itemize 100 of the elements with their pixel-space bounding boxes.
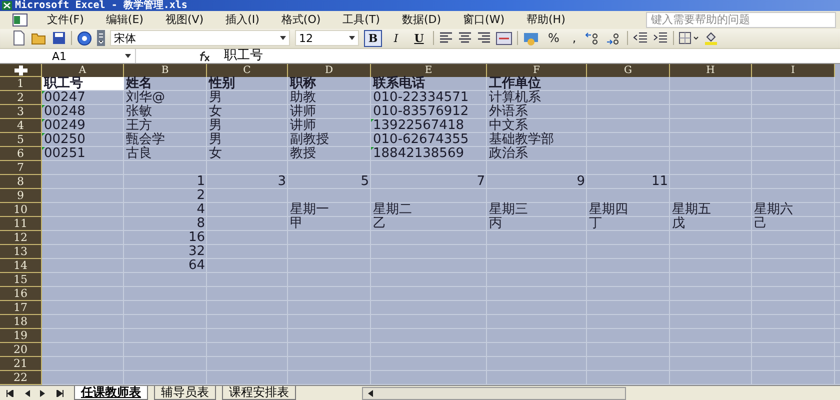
cell-text: 助教 bbox=[289, 91, 317, 104]
format-button[interactable]: U bbox=[410, 30, 428, 47]
menu-item[interactable]: 窗口(W) bbox=[452, 12, 516, 28]
row-header[interactable]: 18 bbox=[0, 315, 42, 329]
row-header[interactable]: 9 bbox=[0, 189, 42, 203]
name-box[interactable]: A1 bbox=[0, 49, 136, 63]
cell-text: 00249 bbox=[43, 119, 86, 132]
cell-text: 18842138569 bbox=[372, 147, 465, 160]
sheet-tab[interactable]: 任课教师表 bbox=[74, 386, 148, 400]
row-header[interactable]: 4 bbox=[0, 119, 42, 133]
cell-text: 00250 bbox=[43, 133, 86, 146]
row-header[interactable]: 20 bbox=[0, 343, 42, 357]
cell-text: 星期五 bbox=[671, 203, 712, 216]
row-header[interactable]: 14 bbox=[0, 259, 42, 273]
save-icon[interactable] bbox=[52, 31, 66, 46]
toolbar-options-icon[interactable] bbox=[97, 30, 105, 46]
merge-cells-icon[interactable] bbox=[496, 32, 512, 45]
cell-text: 己 bbox=[753, 217, 768, 230]
row-header[interactable]: 12 bbox=[0, 231, 42, 245]
cell-text: 11 bbox=[650, 175, 669, 188]
column-header[interactable]: D bbox=[288, 64, 371, 77]
menu-item[interactable]: 工具(T) bbox=[332, 12, 391, 28]
formula-content[interactable]: 职工号 bbox=[224, 49, 263, 63]
number-format-button[interactable]: % bbox=[544, 31, 564, 46]
format-button[interactable]: B bbox=[364, 30, 382, 47]
row-header[interactable]: 11 bbox=[0, 217, 42, 231]
select-all-button[interactable] bbox=[0, 64, 42, 77]
format-button[interactable]: I bbox=[387, 30, 405, 47]
scroll-left-icon[interactable] bbox=[367, 390, 373, 396]
decrease-indent-icon[interactable] bbox=[633, 32, 648, 44]
row-header[interactable]: 10 bbox=[0, 203, 42, 217]
menu-item[interactable]: 插入(I) bbox=[214, 12, 270, 28]
font-size-dropdown[interactable]: 12 bbox=[295, 30, 359, 46]
row-header[interactable]: 8 bbox=[0, 175, 42, 189]
font-name-dropdown[interactable]: 宋体 bbox=[110, 30, 290, 46]
cell-text: 工作单位 bbox=[488, 77, 542, 90]
menu-item[interactable]: 帮助(H) bbox=[516, 12, 576, 28]
next-sheet-icon[interactable] bbox=[40, 390, 46, 396]
row-header[interactable]: 16 bbox=[0, 287, 42, 301]
column-header[interactable]: I bbox=[752, 64, 835, 77]
increase-indent-icon[interactable] bbox=[653, 32, 668, 44]
row-header[interactable]: 17 bbox=[0, 301, 42, 315]
align-right-icon[interactable] bbox=[477, 32, 491, 44]
menu-item[interactable]: 编辑(E) bbox=[94, 12, 154, 28]
row-header[interactable]: 1 bbox=[0, 77, 42, 91]
fill-color-icon[interactable] bbox=[704, 31, 718, 46]
column-header[interactable]: E bbox=[371, 64, 487, 77]
row-header[interactable]: 2 bbox=[0, 91, 42, 105]
cell-text: 64 bbox=[187, 259, 206, 272]
sheet-tab[interactable]: 课程安排表 bbox=[222, 386, 296, 400]
align-center-icon[interactable] bbox=[458, 32, 472, 44]
menu-item[interactable]: 文件(F) bbox=[36, 12, 95, 28]
row-header[interactable]: 3 bbox=[0, 105, 42, 119]
borders-icon[interactable] bbox=[679, 32, 700, 44]
first-sheet-icon[interactable] bbox=[6, 390, 14, 396]
help-search-field[interactable]: 键入需要帮助的问题 bbox=[646, 12, 836, 28]
row-header[interactable]: 22 bbox=[0, 371, 42, 385]
previous-sheet-icon[interactable] bbox=[24, 390, 30, 396]
menu-item[interactable]: 数据(D) bbox=[390, 12, 452, 28]
caret-icon bbox=[280, 36, 286, 40]
row-header[interactable]: 19 bbox=[0, 329, 42, 343]
menu-item[interactable]: 格式(O) bbox=[270, 12, 332, 28]
cell-text: 乙 bbox=[372, 217, 387, 230]
help-icon[interactable] bbox=[77, 30, 92, 46]
row-header[interactable]: 21 bbox=[0, 357, 42, 371]
sheet-tab[interactable]: 辅导员表 bbox=[154, 386, 216, 400]
column-header[interactable]: B bbox=[124, 64, 207, 77]
row-header[interactable]: 15 bbox=[0, 273, 42, 287]
align-left-icon[interactable] bbox=[439, 32, 453, 44]
cell-text: 00251 bbox=[43, 147, 86, 160]
column-header[interactable]: A bbox=[42, 64, 124, 77]
row-header[interactable]: 6 bbox=[0, 147, 42, 161]
cell-text: 基础教学部 bbox=[488, 133, 555, 146]
last-sheet-icon[interactable] bbox=[56, 390, 64, 396]
column-header[interactable]: F bbox=[487, 64, 587, 77]
currency-icon[interactable] bbox=[523, 30, 539, 46]
cell-text: 2 bbox=[196, 189, 206, 202]
cell-text: 戊 bbox=[671, 217, 686, 230]
row-header[interactable]: 5 bbox=[0, 133, 42, 147]
column-header[interactable]: H bbox=[670, 64, 752, 77]
row-header[interactable]: 13 bbox=[0, 245, 42, 259]
cell-text: 女 bbox=[208, 147, 223, 160]
cell-text: 讲师 bbox=[289, 105, 317, 118]
cell-text: 5 bbox=[360, 175, 370, 188]
cell-text: 13922567418 bbox=[372, 119, 465, 132]
cell-text: 丁 bbox=[588, 217, 603, 230]
menu-item[interactable]: 视图(V) bbox=[154, 12, 215, 28]
open-folder-icon[interactable] bbox=[31, 31, 47, 46]
cell-text: 副教授 bbox=[289, 133, 330, 146]
new-document-icon[interactable] bbox=[12, 30, 26, 46]
workbook-icon[interactable] bbox=[12, 12, 28, 27]
number-format-button[interactable]: , bbox=[568, 31, 580, 46]
column-header[interactable]: G bbox=[587, 64, 670, 77]
cell-text: 星期三 bbox=[488, 203, 529, 216]
horizontal-scrollbar[interactable] bbox=[362, 386, 626, 400]
cell-text: 张敏 bbox=[125, 105, 153, 118]
column-header[interactable]: C bbox=[207, 64, 288, 77]
function-icon[interactable] bbox=[198, 50, 210, 62]
row-header[interactable]: 7 bbox=[0, 161, 42, 175]
cell-text: 教授 bbox=[289, 147, 317, 160]
